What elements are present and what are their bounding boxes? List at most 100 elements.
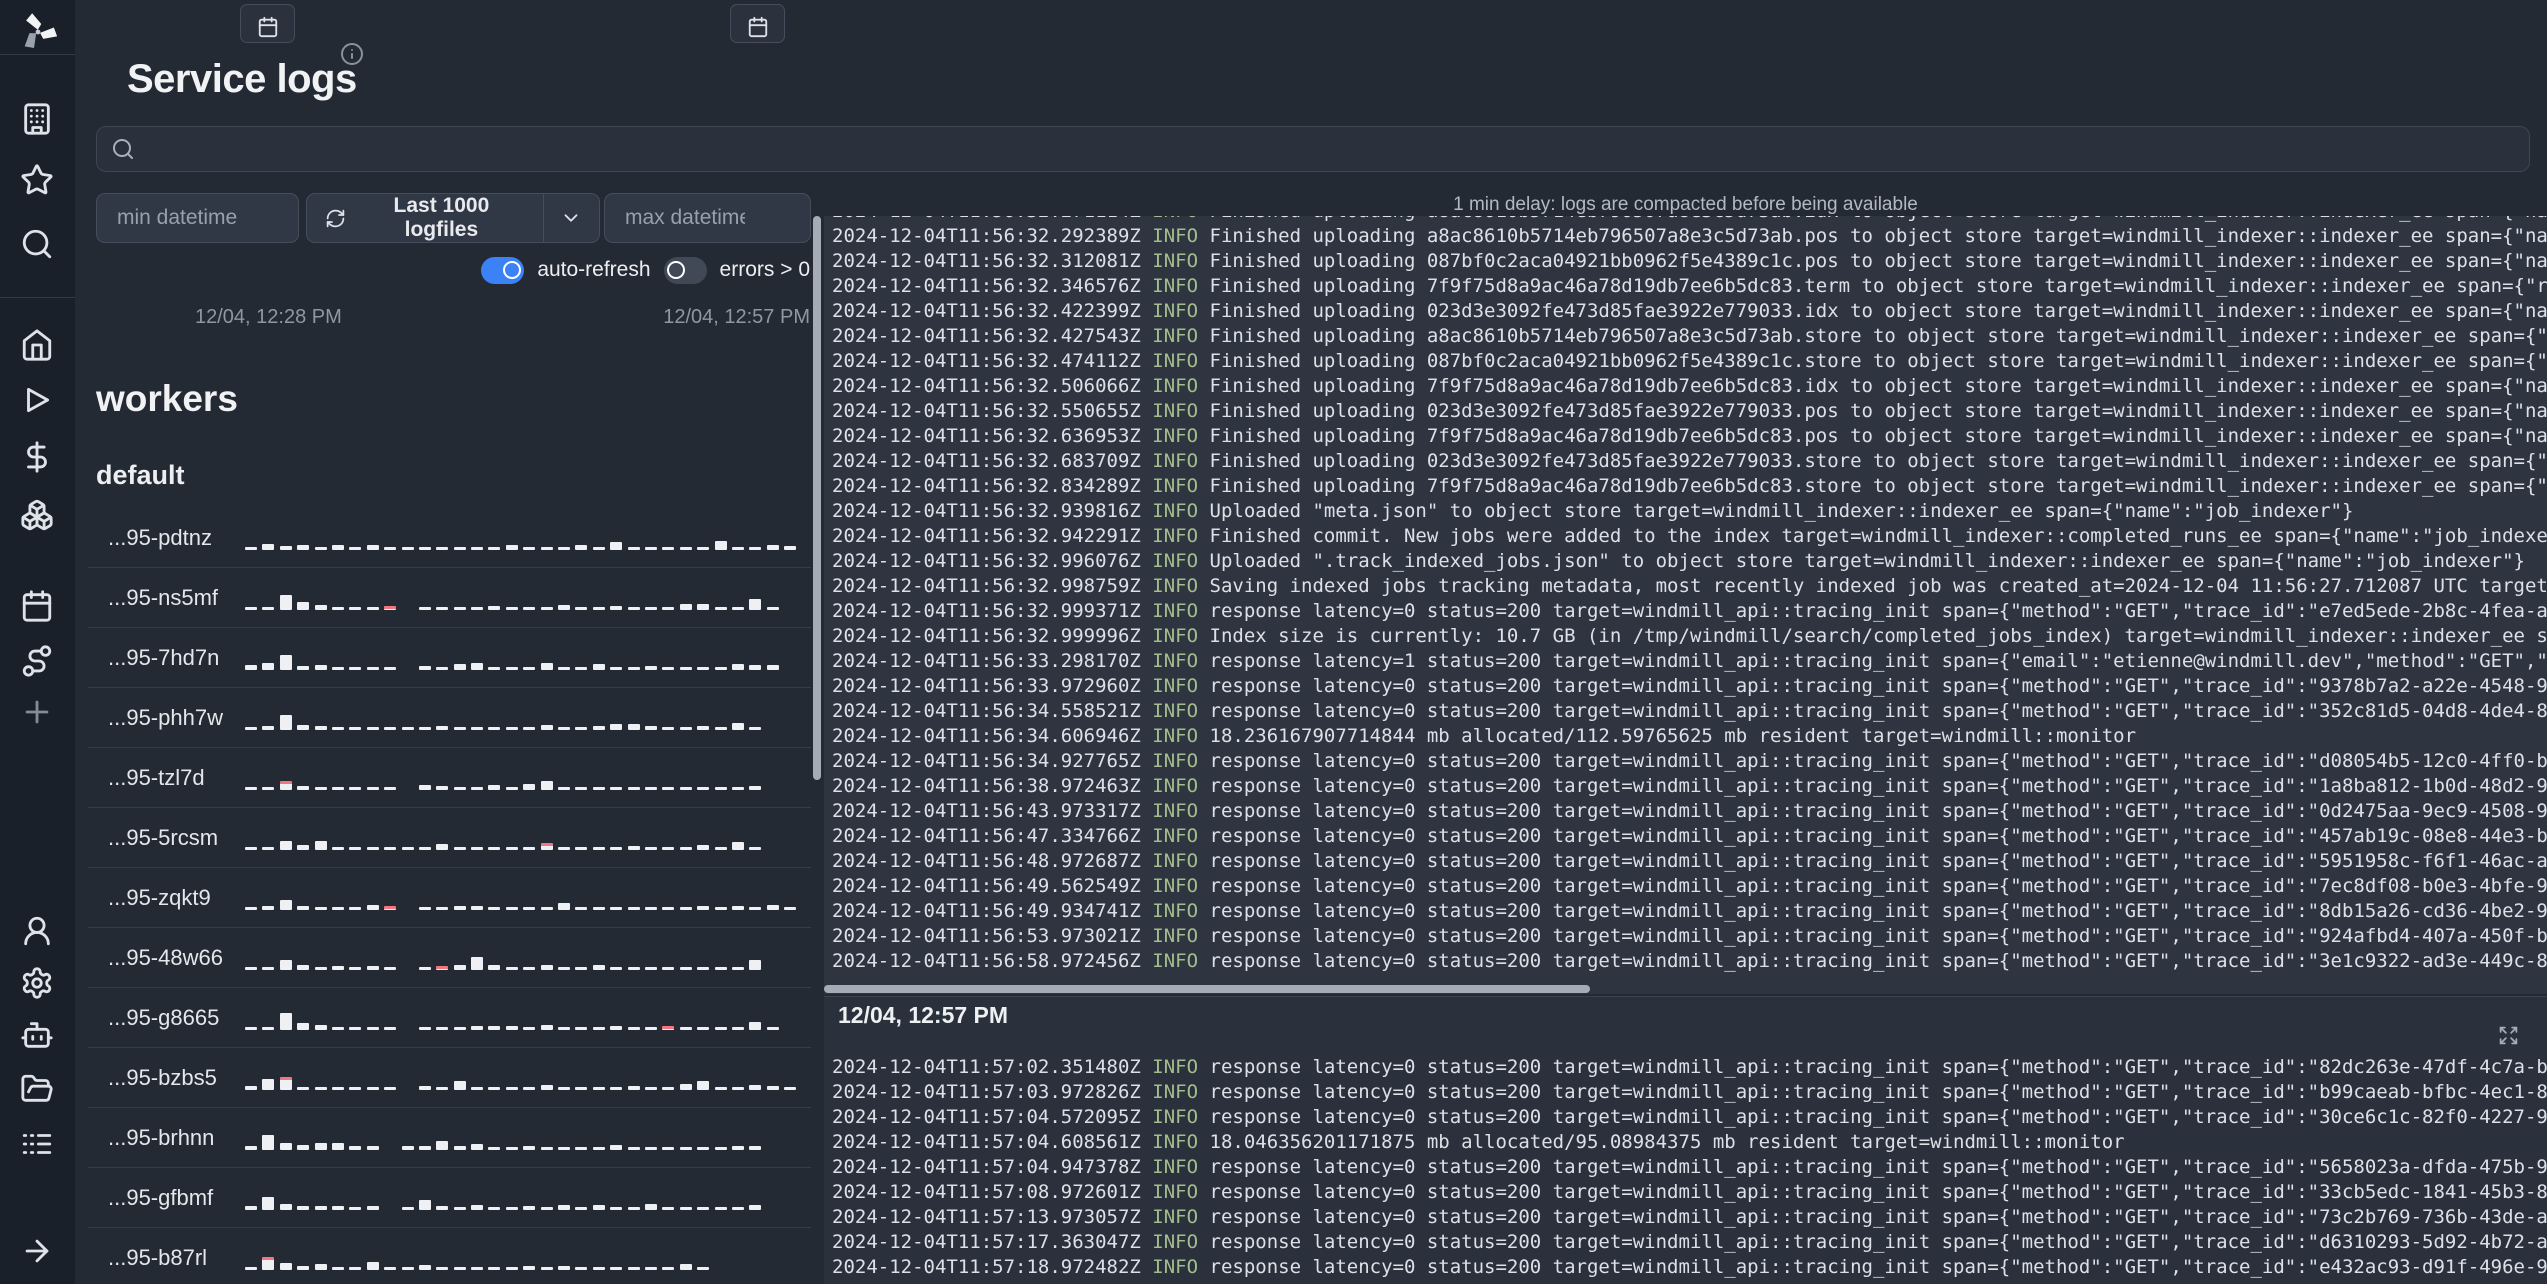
activity-bar [627, 787, 640, 790]
activity-bar [418, 967, 431, 970]
dollar-icon[interactable] [20, 440, 54, 474]
log-timestamp: 2024-12-04T11:56:32.506066Z [832, 375, 1153, 397]
log-line: 2024-12-04T11:57:08.972601Z INFO respons… [832, 1180, 2547, 1205]
activity-bar [610, 667, 623, 670]
expand-icon[interactable] [2498, 1025, 2519, 1046]
log-line: 2024-12-04T11:56:33.298170Z INFO respons… [832, 649, 2547, 674]
boxes-icon[interactable] [20, 498, 54, 532]
worker-row[interactable]: ...95-brhnn [88, 1108, 811, 1168]
bot-icon[interactable] [20, 1018, 54, 1052]
log-timestamp: 2024-12-04T11:56:48.972687Z [832, 850, 1153, 872]
worker-row[interactable]: ...95-pdtnz [88, 508, 811, 568]
log-pane-archive[interactable]: 12/04, 12:57 PM 2024-12-04T11:57:02.3514… [824, 997, 2547, 1284]
activity-bar [540, 607, 553, 610]
left-panel-scrollbar[interactable] [813, 216, 821, 780]
min-datetime-calendar-button[interactable] [240, 4, 295, 43]
user-icon[interactable] [20, 914, 54, 948]
worker-row[interactable]: ...95-tzl7d [88, 748, 811, 808]
activity-bar [505, 787, 518, 790]
worker-row[interactable]: ...95-phh7w [88, 688, 811, 748]
folder-icon[interactable] [20, 1072, 54, 1106]
activity-bar [575, 1207, 588, 1210]
log-line: 2024-12-04T11:56:32.271114Z INFO Finishe… [832, 216, 2547, 224]
logfiles-dropdown-button[interactable] [542, 194, 599, 242]
activity-bar [402, 1088, 414, 1090]
activity-bar [697, 906, 710, 910]
worker-row[interactable]: ...95-7hd7n [88, 628, 811, 688]
windmill-logo-icon[interactable] [17, 10, 57, 50]
activity-bar [749, 1085, 762, 1090]
max-datetime-input[interactable] [623, 195, 747, 241]
search-icon[interactable] [20, 227, 54, 261]
activity-bar [245, 607, 257, 610]
errors-filter-toggle[interactable] [663, 256, 707, 284]
log-message: Finished uploading a8ac8610b5714eb796507… [1198, 225, 2547, 247]
arrow-right-icon[interactable] [20, 1234, 54, 1268]
log-pane-current[interactable]: 2024-12-04T11:56:32.271114Z INFO Finishe… [824, 216, 2547, 994]
home-icon[interactable] [20, 328, 54, 362]
worker-row[interactable]: ...95-b87rl [88, 1228, 811, 1284]
activity-bar-error [540, 843, 553, 850]
logs-icon[interactable] [20, 1127, 54, 1161]
worker-row[interactable]: ...95-5rcsm [88, 808, 811, 868]
worker-row[interactable]: ...95-48w66 [88, 928, 811, 988]
activity-bar [731, 1146, 744, 1150]
activity-bar [488, 606, 501, 610]
activity-bar [488, 1087, 501, 1090]
log-level: INFO [1152, 850, 1199, 872]
log-line: 2024-12-04T11:56:32.999996Z INFO Index s… [832, 624, 2547, 649]
activity-bar [297, 545, 310, 550]
activity-bar [575, 1267, 588, 1270]
worker-name: ...95-5rcsm [108, 824, 219, 850]
activity-bar [731, 1087, 744, 1090]
log-timestamp: 2024-12-04T11:57:17.363047Z [832, 1231, 1153, 1253]
log-message: Finished commit. New jobs were added to … [1198, 525, 2547, 547]
worker-row[interactable]: ...95-ns5mf [88, 568, 811, 628]
log-level: INFO [1152, 425, 1199, 447]
worker-activity-chart [245, 1066, 804, 1090]
gear-icon[interactable] [20, 966, 54, 1000]
activity-bar [436, 547, 449, 550]
worker-row[interactable]: ...95-g8665 [88, 988, 811, 1048]
activity-bar [697, 667, 710, 670]
star-icon[interactable] [20, 163, 54, 197]
search-input[interactable] [145, 129, 2519, 169]
activity-bar [662, 907, 675, 910]
worker-row[interactable]: ...95-gfbmf [88, 1168, 811, 1228]
activity-bar [523, 1027, 536, 1030]
info-icon[interactable] [340, 42, 364, 66]
activity-bar [662, 967, 675, 970]
activity-bar [558, 667, 571, 670]
activity-bar [471, 1205, 484, 1210]
activity-bar [314, 907, 327, 910]
auto-refresh-toggle[interactable] [481, 256, 525, 284]
activity-bar-error [279, 1077, 292, 1090]
activity-bar [749, 547, 762, 550]
activity-bar [314, 1264, 327, 1270]
horizontal-scrollbar[interactable] [824, 985, 1590, 993]
max-datetime-calendar-button[interactable] [730, 4, 785, 43]
logfiles-button[interactable]: Last 1000 logfiles [307, 194, 543, 242]
activity-bar [245, 727, 257, 730]
building-icon[interactable] [20, 102, 54, 136]
min-datetime-input[interactable] [115, 195, 239, 241]
activity-bar [505, 1087, 518, 1090]
activity-bar [766, 1027, 779, 1030]
activity-bar [749, 786, 762, 790]
activity-bar [279, 595, 292, 610]
log-line: 2024-12-04T11:56:43.973317Z INFO respons… [832, 799, 2547, 824]
worker-row[interactable]: ...95-bzbs5 [88, 1048, 811, 1108]
worker-activity-chart [245, 1186, 804, 1210]
play-icon[interactable] [20, 383, 54, 417]
worker-name: ...95-48w66 [108, 944, 223, 970]
log-message: Finished uploading a8ac8610b5714eb796507… [1198, 216, 2547, 222]
worker-row[interactable]: ...95-zqkt9 [88, 868, 811, 928]
activity-bar [714, 847, 727, 850]
log-timestamp: 2024-12-04T11:56:58.972456Z [832, 950, 1153, 972]
activity-bar [262, 1135, 275, 1150]
route-icon[interactable] [20, 644, 54, 678]
calendar-icon[interactable] [20, 589, 54, 623]
log-message: Saving indexed jobs tracking metadata, m… [1198, 575, 2547, 597]
activity-bar [679, 1207, 692, 1210]
plus-icon[interactable] [20, 695, 54, 729]
